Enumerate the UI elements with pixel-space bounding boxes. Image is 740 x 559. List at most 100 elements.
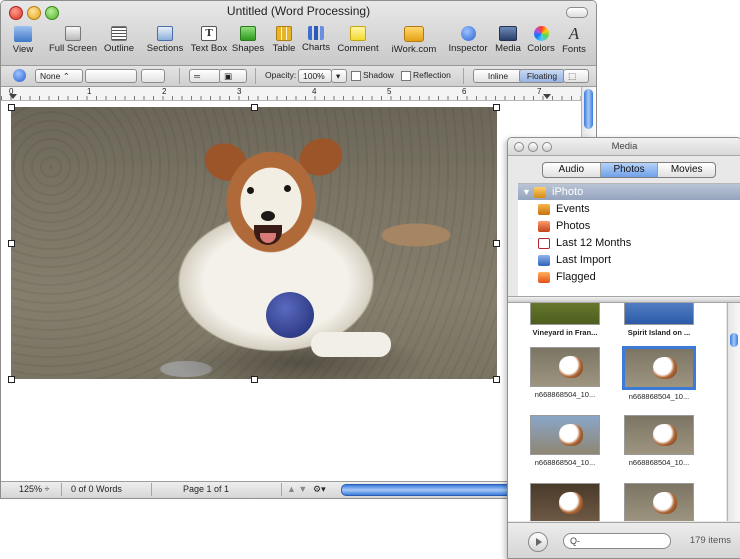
format-info-icon[interactable] xyxy=(13,69,26,82)
table-button[interactable]: Table xyxy=(269,23,299,63)
shapes-icon xyxy=(240,26,256,41)
iwork-com-button[interactable]: iWork.com xyxy=(391,23,437,63)
view-button[interactable]: View xyxy=(7,23,39,63)
separator xyxy=(179,68,180,84)
play-button[interactable] xyxy=(528,532,548,552)
separator xyxy=(281,483,282,496)
media-vertical-scrollbar[interactable] xyxy=(727,303,740,521)
text-box-icon: T xyxy=(201,26,217,41)
media-source-list: ▼ iPhoto Events Photos Last 12 Months La… xyxy=(518,183,740,296)
separator xyxy=(61,483,62,496)
dog-nose xyxy=(261,211,275,221)
thumbnail[interactable]: Vineyard in Fran... xyxy=(520,303,610,337)
view-icon xyxy=(14,26,32,42)
thumbnail-grid: Vineyard in Fran... Spirit Island on ...… xyxy=(508,303,726,521)
blue-ball xyxy=(266,292,314,338)
resize-handle-top-left[interactable] xyxy=(8,104,15,111)
resize-handle-bottom-right[interactable] xyxy=(493,376,500,383)
media-bottom-bar: Q- 179 items xyxy=(508,522,740,558)
source-item-photos[interactable]: Photos xyxy=(538,218,590,235)
thumbnail[interactable]: n668868504_10... xyxy=(520,415,610,467)
page-up-down-arrows[interactable]: ▲ ▼ xyxy=(287,484,307,494)
separator xyxy=(255,68,256,84)
line-style-select[interactable] xyxy=(85,69,137,83)
pane-splitter[interactable] xyxy=(508,296,740,303)
calendar-icon xyxy=(538,237,550,249)
gear-icon[interactable]: ⚙▾ xyxy=(313,484,326,495)
arrange-button[interactable]: ▣ xyxy=(219,69,247,83)
resize-handle-top[interactable] xyxy=(251,104,258,111)
fonts-button[interactable]: A Fonts xyxy=(559,23,589,63)
wrap-options-select[interactable]: ⬚ xyxy=(563,69,589,83)
text-box-button[interactable]: T Text Box xyxy=(189,23,229,63)
charts-button[interactable]: Charts xyxy=(300,23,332,63)
dog-eye-right xyxy=(284,185,291,192)
stroke-color-well[interactable] xyxy=(141,69,165,83)
tab-movies[interactable]: Movies xyxy=(658,163,715,177)
wrap-button[interactable]: ═ xyxy=(189,69,221,83)
source-item-flagged[interactable]: Flagged xyxy=(538,269,596,286)
thumbnail[interactable]: Spirit Island on ... xyxy=(614,303,704,337)
source-item-events[interactable]: Events xyxy=(538,201,590,218)
inspector-button[interactable]: Inspector xyxy=(447,23,489,63)
tab-audio[interactable]: Audio xyxy=(543,163,601,177)
resize-handle-bottom[interactable] xyxy=(251,376,258,383)
media-scroll-thumb[interactable] xyxy=(730,333,738,347)
resize-handle-left[interactable] xyxy=(8,240,15,247)
shadow-checkbox[interactable] xyxy=(351,71,361,81)
source-item-iphoto[interactable]: ▼ iPhoto xyxy=(518,184,740,200)
tab-photos[interactable]: Photos xyxy=(600,163,659,177)
comment-button[interactable]: Comment xyxy=(335,23,381,63)
vertical-scroll-thumb[interactable] xyxy=(584,89,593,129)
right-margin-marker[interactable] xyxy=(543,94,551,99)
opacity-stepper[interactable]: ▾ xyxy=(331,69,347,83)
reflection-checkbox[interactable] xyxy=(401,71,411,81)
source-item-last-12-months[interactable]: Last 12 Months xyxy=(538,235,631,252)
inserted-photo[interactable] xyxy=(11,107,497,379)
format-bar: None ⌃ ═ ▣ Opacity: 100% ▾ Shadow Reflec… xyxy=(1,66,596,87)
iwork-share-icon xyxy=(404,26,424,42)
import-icon xyxy=(538,254,550,266)
media-search-input[interactable]: Q- xyxy=(563,533,671,549)
media-browser-panel: Media Audio Photos Movies ▼ iPhoto Event… xyxy=(507,137,740,559)
left-margin-marker[interactable] xyxy=(9,94,17,99)
inspector-icon xyxy=(460,26,476,41)
window-title: Untitled (Word Processing) xyxy=(226,4,371,18)
toolbar-toggle-button[interactable] xyxy=(566,7,588,18)
thumbnail[interactable] xyxy=(614,483,704,521)
fonts-icon: A xyxy=(568,24,580,43)
horizontal-ruler[interactable]: 0 1 2 3 4 5 6 7 xyxy=(1,87,581,101)
thumbnail-selected[interactable]: n668868504_10... xyxy=(614,346,704,401)
disclosure-triangle-icon[interactable]: ▼ xyxy=(522,184,531,200)
separator xyxy=(151,483,152,496)
separator xyxy=(463,68,464,84)
zoom-select[interactable]: 125% ÷ xyxy=(19,484,49,494)
stroke-style-select[interactable]: None ⌃ xyxy=(35,69,83,83)
resize-handle-bottom-left[interactable] xyxy=(8,376,15,383)
thumbnail[interactable] xyxy=(520,483,610,521)
sections-icon xyxy=(157,26,173,41)
resize-handle-right[interactable] xyxy=(493,240,500,247)
opacity-field[interactable]: 100% xyxy=(298,69,332,83)
charts-icon xyxy=(308,26,324,40)
thumbnail[interactable]: n668868504_10... xyxy=(614,415,704,467)
media-button[interactable]: Media xyxy=(493,23,523,63)
resize-handle-top-right[interactable] xyxy=(493,104,500,111)
colors-icon xyxy=(533,26,549,41)
outline-icon xyxy=(111,26,127,41)
sections-button[interactable]: Sections xyxy=(145,23,185,63)
shadow-label: Shadow xyxy=(363,70,394,80)
source-item-last-import[interactable]: Last Import xyxy=(538,252,611,269)
outline-button[interactable]: Outline xyxy=(101,23,137,63)
floating-button[interactable]: Floating xyxy=(519,69,565,83)
reflection-label: Reflection xyxy=(413,70,451,80)
media-title: Media xyxy=(611,141,638,152)
toolbar: View Full Screen Outline Sections T Text… xyxy=(1,23,596,65)
colors-button[interactable]: Colors xyxy=(525,23,557,63)
inline-button[interactable]: Inline xyxy=(473,69,523,83)
thumbnail[interactable]: n668868504_10... xyxy=(520,347,610,399)
table-icon xyxy=(276,26,292,41)
photos-icon xyxy=(538,220,550,232)
full-screen-button[interactable]: Full Screen xyxy=(47,23,99,63)
shapes-button[interactable]: Shapes xyxy=(231,23,265,63)
